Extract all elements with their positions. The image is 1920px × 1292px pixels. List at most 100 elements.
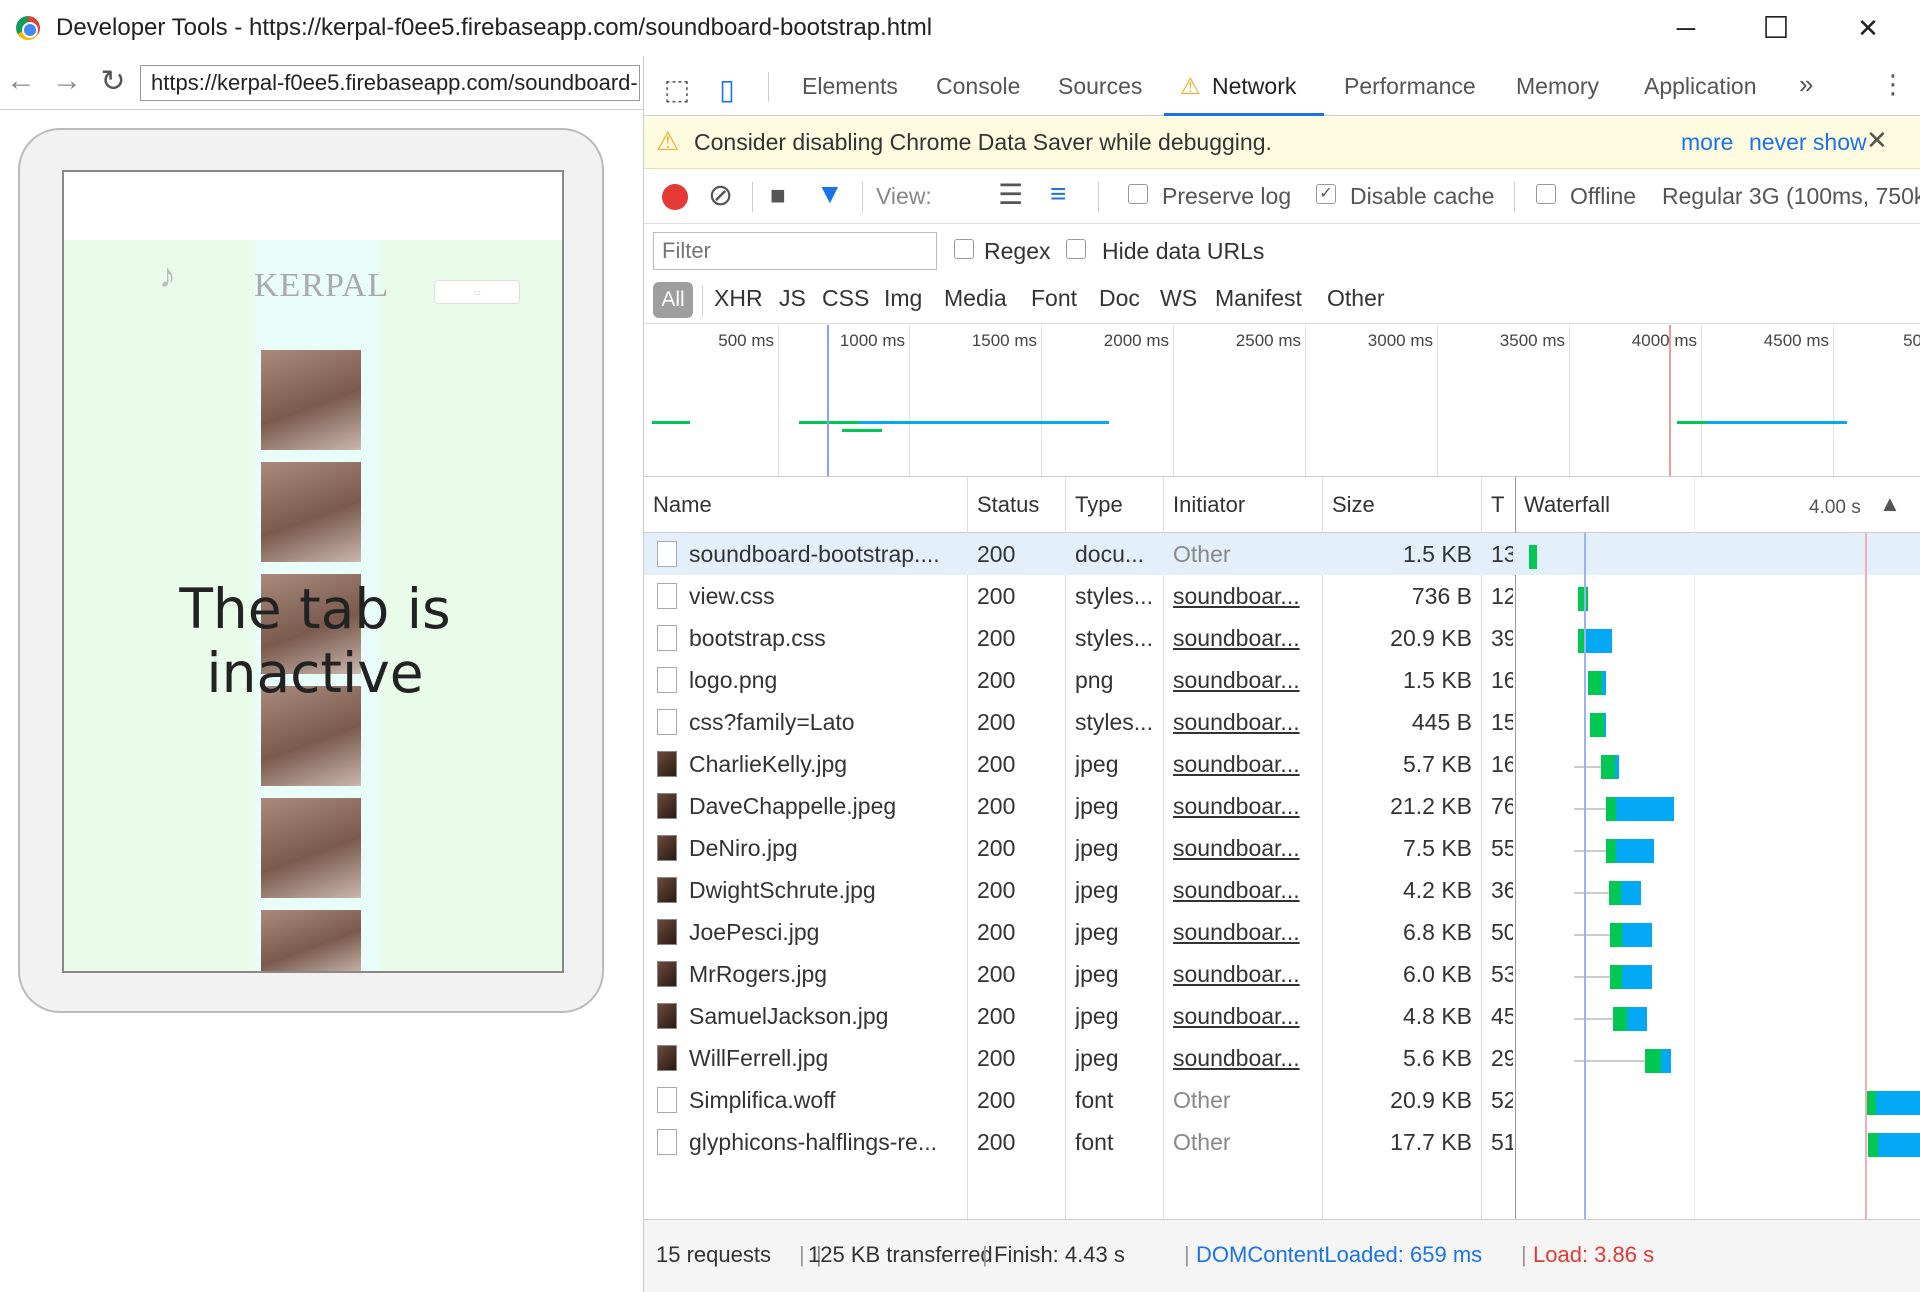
tab-memory[interactable]: Memory bbox=[1516, 73, 1599, 100]
column-header-status[interactable]: Status bbox=[977, 492, 1039, 518]
request-name[interactable]: logo.png bbox=[689, 667, 961, 694]
type-filter-css[interactable]: CSS bbox=[822, 285, 869, 312]
request-initiator[interactable]: soundboar... bbox=[1173, 877, 1318, 904]
maximize-button[interactable]: ☐ bbox=[1756, 8, 1796, 48]
request-name[interactable]: WillFerrell.jpg bbox=[689, 1045, 961, 1072]
type-filter-all[interactable]: All bbox=[653, 282, 693, 318]
soundboard-thumbnail[interactable] bbox=[261, 910, 361, 971]
reload-icon[interactable]: ↻ bbox=[96, 64, 130, 98]
soundboard-thumbnail[interactable] bbox=[261, 462, 361, 562]
column-header-name[interactable]: Name bbox=[653, 492, 712, 518]
request-name[interactable]: soundboard-bootstrap.... bbox=[689, 541, 961, 568]
close-window-button[interactable]: ✕ bbox=[1848, 8, 1888, 48]
regex-checkbox[interactable] bbox=[954, 239, 974, 259]
type-filter-manifest[interactable]: Manifest bbox=[1215, 285, 1302, 312]
disable-cache-checkbox[interactable]: ✓ bbox=[1316, 184, 1336, 204]
table-row[interactable]: SamuelJackson.jpg 200 jpeg soundboar... 4.8 … bbox=[644, 995, 1920, 1037]
request-initiator[interactable]: soundboar... bbox=[1173, 625, 1318, 652]
request-name[interactable]: JoePesci.jpg bbox=[689, 919, 961, 946]
kebab-menu-icon[interactable]: ⋮ bbox=[1880, 69, 1906, 100]
request-name[interactable]: DaveChappelle.jpeg bbox=[689, 793, 961, 820]
tab-console[interactable]: Console bbox=[936, 73, 1020, 100]
type-filter-js[interactable]: JS bbox=[779, 285, 806, 312]
request-initiator[interactable]: soundboar... bbox=[1173, 1003, 1318, 1030]
soundboard-thumbnail[interactable] bbox=[261, 798, 361, 898]
record-icon[interactable] bbox=[662, 184, 688, 210]
forward-arrow-icon[interactable]: → bbox=[50, 64, 84, 98]
request-name[interactable]: DwightSchrute.jpg bbox=[689, 877, 961, 904]
throttling-select[interactable]: Regular 3G (100ms, 750kb/s) bbox=[1662, 183, 1920, 210]
table-row[interactable]: DaveChappelle.jpeg 200 jpeg soundboar... 21.… bbox=[644, 785, 1920, 827]
request-name[interactable]: bootstrap.css bbox=[689, 625, 961, 652]
tab-network[interactable]: Network bbox=[1212, 73, 1296, 100]
back-arrow-icon[interactable]: ← bbox=[4, 64, 38, 98]
offline-checkbox[interactable] bbox=[1536, 184, 1556, 204]
preserve-log-checkbox[interactable] bbox=[1128, 184, 1148, 204]
request-initiator[interactable]: soundboar... bbox=[1173, 919, 1318, 946]
tab-application[interactable]: Application bbox=[1644, 73, 1757, 100]
request-name[interactable]: glyphicons-halflings-re... bbox=[689, 1129, 961, 1156]
capture-screenshots-icon[interactable]: ■ bbox=[770, 180, 786, 211]
type-filter-other[interactable]: Other bbox=[1327, 285, 1385, 312]
inspect-element-icon[interactable]: ⬚ bbox=[660, 72, 694, 106]
warning-more-link[interactable]: more bbox=[1681, 129, 1733, 156]
table-row[interactable]: logo.png 200 png soundboar... 1.5 KB 16 bbox=[644, 659, 1920, 701]
type-filter-xhr[interactable]: XHR bbox=[714, 285, 763, 312]
request-initiator[interactable]: soundboar... bbox=[1173, 793, 1318, 820]
type-filter-ws[interactable]: WS bbox=[1160, 285, 1197, 312]
column-header-waterfall[interactable]: Waterfall bbox=[1524, 492, 1610, 518]
type-filter-img[interactable]: Img bbox=[884, 285, 922, 312]
hide-data-urls-checkbox[interactable] bbox=[1066, 239, 1086, 259]
request-initiator[interactable]: soundboar... bbox=[1173, 583, 1318, 610]
request-initiator[interactable]: soundboar... bbox=[1173, 709, 1318, 736]
table-row[interactable]: Simplifica.woff 200 font Other 20.9 KB 52 bbox=[644, 1079, 1920, 1121]
request-name[interactable]: css?family=Lato bbox=[689, 709, 961, 736]
table-row[interactable]: DeNiro.jpg 200 jpeg soundboar... 7.5 KB 55 bbox=[644, 827, 1920, 869]
table-row[interactable]: WillFerrell.jpg 200 jpeg soundboar... 5.6 KB… bbox=[644, 1037, 1920, 1079]
device-toolbar-icon[interactable]: ▯ bbox=[710, 72, 744, 106]
table-row[interactable]: CharlieKelly.jpg 200 jpeg soundboar... 5.7 K… bbox=[644, 743, 1920, 785]
network-overview-timeline[interactable]: 500 ms 1000 ms 1500 ms 2000 ms 2500 ms 3… bbox=[644, 325, 1920, 477]
overview-icon[interactable]: ≡ bbox=[1050, 178, 1066, 210]
table-row[interactable]: soundboard-bootstrap.... 200 docu... Other 1… bbox=[644, 533, 1920, 575]
request-initiator[interactable]: soundboar... bbox=[1173, 835, 1318, 862]
type-filter-doc[interactable]: Doc bbox=[1099, 285, 1140, 312]
request-initiator[interactable]: soundboar... bbox=[1173, 1045, 1318, 1072]
request-name[interactable]: Simplifica.woff bbox=[689, 1087, 961, 1114]
column-header-type[interactable]: Type bbox=[1075, 492, 1123, 518]
table-row[interactable]: css?family=Lato 200 styles... soundboar... 4… bbox=[644, 701, 1920, 743]
more-tabs-button[interactable]: » bbox=[1799, 69, 1813, 100]
type-filter-font[interactable]: Font bbox=[1031, 285, 1077, 312]
column-header-size[interactable]: Size bbox=[1332, 492, 1375, 518]
request-name[interactable]: CharlieKelly.jpg bbox=[689, 751, 961, 778]
column-header-time[interactable]: T bbox=[1491, 492, 1504, 518]
request-name[interactable]: DeNiro.jpg bbox=[689, 835, 961, 862]
tab-elements[interactable]: Elements bbox=[802, 73, 898, 100]
table-row[interactable]: MrRogers.jpg 200 jpeg soundboar... 6.0 KB 53 bbox=[644, 953, 1920, 995]
table-row[interactable]: glyphicons-halflings-re... 200 font Other 17… bbox=[644, 1121, 1920, 1163]
minimize-button[interactable]: ─ bbox=[1666, 8, 1706, 48]
soundboard-thumbnail[interactable] bbox=[261, 350, 361, 450]
filter-input[interactable] bbox=[653, 232, 937, 270]
type-filter-media[interactable]: Media bbox=[944, 285, 1007, 312]
tab-sources[interactable]: Sources bbox=[1058, 73, 1142, 100]
table-row[interactable]: view.css 200 styles... soundboar... 736 B 12 bbox=[644, 575, 1920, 617]
warning-never-show-link[interactable]: never show bbox=[1749, 129, 1867, 156]
request-initiator[interactable]: soundboar... bbox=[1173, 751, 1318, 778]
request-name[interactable]: MrRogers.jpg bbox=[689, 961, 961, 988]
request-name[interactable]: view.css bbox=[689, 583, 961, 610]
table-row[interactable]: bootstrap.css 200 styles... soundboar... 20.… bbox=[644, 617, 1920, 659]
tab-performance[interactable]: Performance bbox=[1344, 73, 1476, 100]
table-row[interactable]: DwightSchrute.jpg 200 jpeg soundboar... 4.2 … bbox=[644, 869, 1920, 911]
warning-close-icon[interactable]: ✕ bbox=[1866, 125, 1888, 156]
page-header-button[interactable]: ▭ bbox=[434, 280, 520, 304]
clear-icon[interactable]: ⊘ bbox=[708, 178, 733, 213]
column-header-initiator[interactable]: Initiator bbox=[1173, 492, 1245, 518]
table-row[interactable]: JoePesci.jpg 200 jpeg soundboar... 6.8 KB 50 bbox=[644, 911, 1920, 953]
request-initiator[interactable]: soundboar... bbox=[1173, 667, 1318, 694]
filter-funnel-icon[interactable]: ▼ bbox=[816, 178, 844, 210]
sort-ascending-icon[interactable]: ▲ bbox=[1879, 491, 1901, 517]
large-rows-icon[interactable]: ☰ bbox=[998, 178, 1023, 211]
request-name[interactable]: SamuelJackson.jpg bbox=[689, 1003, 961, 1030]
request-initiator[interactable]: soundboar... bbox=[1173, 961, 1318, 988]
